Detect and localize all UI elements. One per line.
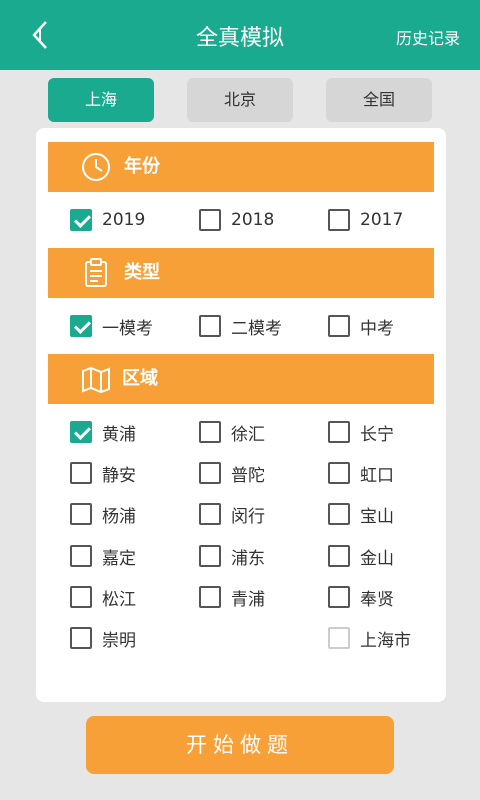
- option-label: 一模考: [102, 318, 153, 339]
- option-label: 杨浦: [102, 506, 136, 527]
- checkbox-box[interactable]: [328, 462, 350, 484]
- checkbox-type-second-mock[interactable]: 二模考: [199, 313, 282, 339]
- checkbox-box[interactable]: [328, 503, 350, 525]
- checkbox-region[interactable]: 金山: [328, 543, 394, 569]
- checkbox-box[interactable]: [70, 462, 92, 484]
- checkbox-box[interactable]: [328, 209, 350, 231]
- option-label: 金山: [360, 548, 394, 569]
- clock-icon: [82, 153, 110, 181]
- section-header-year: 年份: [48, 142, 434, 192]
- top-bar: 全真模拟 历史记录: [0, 0, 480, 70]
- checkbox-region[interactable]: 黄浦: [70, 419, 136, 445]
- checkbox-year-2017[interactable]: 2017: [328, 207, 403, 233]
- checkbox-region[interactable]: 松江: [70, 584, 136, 610]
- checkbox-box[interactable]: [70, 421, 92, 443]
- option-label: 浦东: [231, 548, 265, 569]
- map-icon: [82, 366, 110, 394]
- checkbox-box[interactable]: [328, 586, 350, 608]
- checkbox-box[interactable]: [70, 209, 92, 231]
- checkbox-box[interactable]: [199, 586, 221, 608]
- checkbox-region[interactable]: 嘉定: [70, 543, 136, 569]
- checkbox-region[interactable]: 宝山: [328, 501, 394, 527]
- section-header-type: 类型: [48, 248, 434, 298]
- option-label: 中考: [360, 318, 394, 339]
- checkbox-region[interactable]: 青浦: [199, 584, 265, 610]
- option-label: 奉贤: [360, 589, 394, 610]
- checkbox-region[interactable]: 普陀: [199, 460, 265, 486]
- checkbox-box[interactable]: [328, 627, 350, 649]
- checkbox-box[interactable]: [328, 421, 350, 443]
- checkbox-year-2018[interactable]: 2018: [199, 207, 274, 233]
- checkbox-region[interactable]: 杨浦: [70, 501, 136, 527]
- checkbox-box[interactable]: [199, 462, 221, 484]
- option-label: 二模考: [231, 318, 282, 339]
- option-label: 2018: [231, 210, 275, 230]
- checkbox-region[interactable]: 崇明: [70, 625, 136, 651]
- checkbox-region[interactable]: 静安: [70, 460, 136, 486]
- option-label: 2019: [102, 210, 146, 230]
- checkbox-region[interactable]: 奉贤: [328, 584, 394, 610]
- checkbox-box[interactable]: [70, 545, 92, 567]
- checkbox-box[interactable]: [70, 586, 92, 608]
- checkbox-type-first-mock[interactable]: 一模考: [70, 313, 153, 339]
- tab-national[interactable]: 全国: [326, 78, 432, 122]
- option-label: 嘉定: [102, 548, 136, 569]
- checkbox-region[interactable]: 徐汇: [199, 419, 265, 445]
- clipboard-icon: [85, 258, 107, 287]
- start-quiz-button[interactable]: 开始做题: [86, 716, 394, 774]
- checkbox-box[interactable]: [199, 315, 221, 337]
- option-label: 上海市: [360, 630, 411, 651]
- option-label: 松江: [102, 589, 136, 610]
- checkbox-region[interactable]: 闵行: [199, 501, 265, 527]
- checkbox-region[interactable]: 长宁: [328, 419, 394, 445]
- history-button[interactable]: 历史记录: [396, 25, 460, 49]
- option-label: 静安: [102, 465, 136, 486]
- option-label: 崇明: [102, 630, 136, 651]
- option-label: 普陀: [231, 465, 265, 486]
- checkbox-box[interactable]: [70, 503, 92, 525]
- option-label: 青浦: [231, 589, 265, 610]
- checkbox-box[interactable]: [199, 503, 221, 525]
- checkbox-box[interactable]: [70, 315, 92, 337]
- option-label: 徐汇: [231, 424, 265, 445]
- tab-beijing[interactable]: 北京: [187, 78, 293, 122]
- checkbox-year-2019[interactable]: 2019: [70, 207, 145, 233]
- checkbox-region-city-disabled[interactable]: 上海市: [328, 625, 411, 651]
- option-label: 闵行: [231, 506, 265, 527]
- checkbox-region[interactable]: 虹口: [328, 460, 394, 486]
- option-label: 虹口: [360, 465, 394, 486]
- checkbox-box[interactable]: [199, 545, 221, 567]
- checkbox-box[interactable]: [199, 421, 221, 443]
- checkbox-type-zhongkao[interactable]: 中考: [328, 313, 394, 339]
- checkbox-box[interactable]: [328, 545, 350, 567]
- checkbox-box[interactable]: [199, 209, 221, 231]
- option-label: 长宁: [360, 424, 394, 445]
- section-title-year: 年份: [124, 156, 160, 177]
- tab-shanghai[interactable]: 上海: [48, 78, 154, 122]
- section-title-region: 区域: [122, 368, 158, 389]
- option-label: 2017: [360, 210, 404, 230]
- checkbox-region[interactable]: 浦东: [199, 543, 265, 569]
- section-header-region: 区域: [48, 354, 434, 404]
- checkbox-box[interactable]: [70, 627, 92, 649]
- checkbox-box[interactable]: [328, 315, 350, 337]
- option-label: 黄浦: [102, 424, 136, 445]
- section-title-type: 类型: [124, 262, 160, 283]
- option-label: 宝山: [360, 506, 394, 527]
